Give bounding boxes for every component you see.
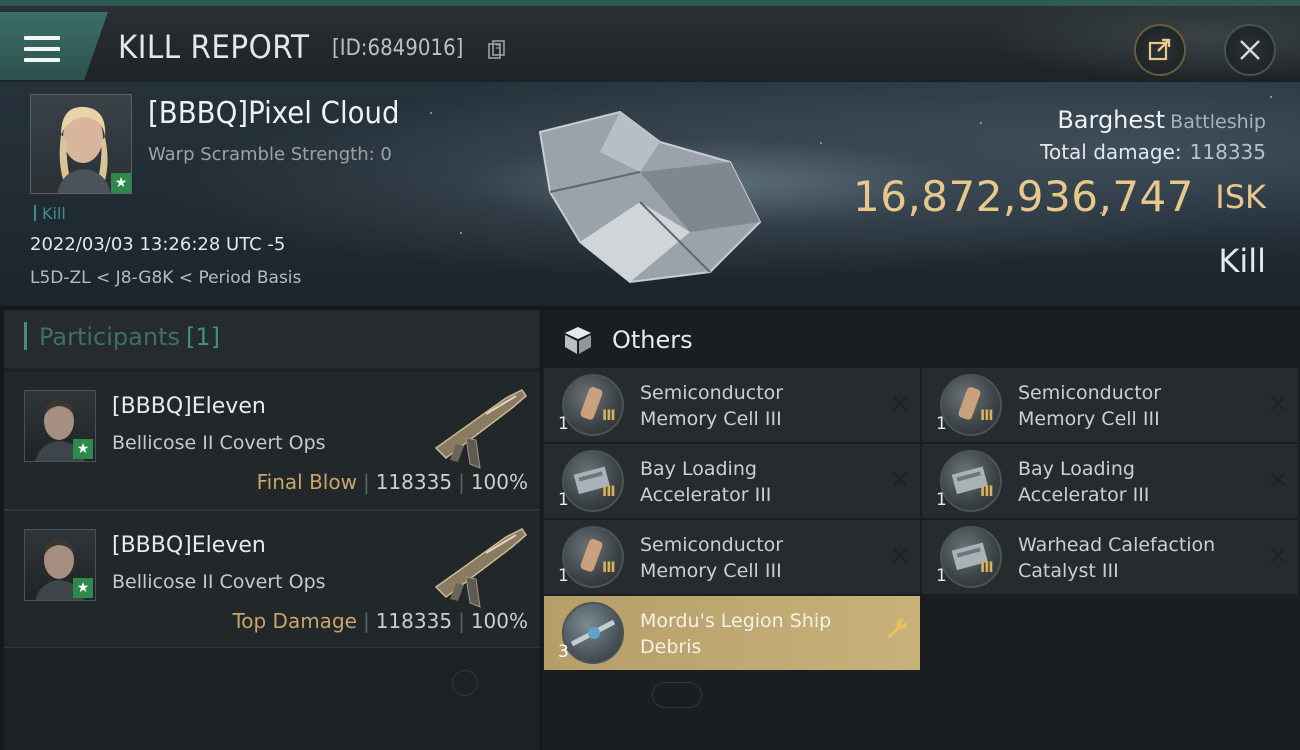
participants-header: Participants [1] (4, 310, 540, 368)
participant-stats: Final Blow | 118335 | 100% (256, 470, 528, 494)
isk-value: 16,872,936,747 (853, 172, 1194, 221)
menu-button[interactable] (0, 12, 108, 80)
kill-tag: Kill (34, 204, 66, 223)
item-quantity: 1 (936, 566, 947, 586)
memory-cell-icon (940, 374, 1002, 436)
item-quantity: 1 (558, 414, 569, 434)
participant-role: Final Blow (256, 470, 357, 494)
memory-cell-icon (562, 526, 624, 588)
star-badge-icon: ★ (73, 578, 93, 598)
loot-item[interactable]: III 1 Warhead Calefaction Catalyst III ✕ (922, 520, 1298, 594)
memory-cell-icon (562, 374, 624, 436)
total-damage-value: 118335 (1189, 140, 1266, 164)
participant-stats: Top Damage | 118335 | 100% (232, 609, 528, 633)
destroyed-x-icon: ✕ (889, 542, 910, 570)
item-name: Semiconductor Memory Cell III (640, 534, 784, 582)
others-title: Others (612, 326, 693, 354)
tier-badge: III (602, 408, 616, 424)
participant-row[interactable]: ★ [BBBQ]Eleven Bellicose II Covert Ops F… (4, 372, 540, 510)
item-quantity: 1 (558, 490, 569, 510)
tier-badge: III (980, 408, 994, 424)
page-title: KILL REPORT (118, 28, 310, 66)
item-name: Semiconductor Memory Cell III (1018, 382, 1162, 430)
others-header: Others (542, 310, 1300, 368)
destroyed-x-icon: ✕ (889, 390, 910, 418)
ship-class: Battleship (1170, 111, 1266, 133)
report-id: [ID:6849016] (332, 36, 464, 61)
weapon-icon (434, 389, 527, 469)
participant-percent: 100% (470, 609, 528, 633)
share-button[interactable] (1134, 24, 1186, 76)
item-name: Mordu's Legion Ship Debris (640, 610, 832, 658)
catalyst-icon (940, 526, 1002, 588)
participant-avatar[interactable]: ★ (24, 529, 96, 601)
tier-badge: III (980, 560, 994, 576)
victim-banner: ★ [BBBQ]Pixel Cloud Warp Scramble Streng… (0, 82, 1300, 306)
item-name: Bay Loading Accelerator III (640, 458, 772, 506)
copy-icon[interactable] (488, 40, 506, 60)
header-bar: KILL REPORT [ID:6849016] (0, 0, 1300, 82)
destroyed-x-icon: ✕ (1267, 466, 1288, 494)
participant-ship: Bellicose II Covert Ops (112, 571, 326, 593)
others-panel: Others III 1 Semiconductor Memory Cell II… (542, 310, 1300, 750)
hamburger-icon (24, 36, 60, 64)
destroyed-x-icon: ✕ (1267, 390, 1288, 418)
participants-title: Participants (39, 323, 180, 351)
tier-badge: III (980, 484, 994, 500)
victim-name: [BBBQ]Pixel Cloud (148, 96, 400, 131)
item-name: Warhead Calefaction Catalyst III (1018, 534, 1216, 582)
item-quantity: 3 (558, 642, 569, 662)
close-icon (1240, 40, 1260, 60)
warp-scramble-strength: Warp Scramble Strength: 0 (148, 144, 392, 165)
ship-name: Barghest (1057, 106, 1166, 134)
loot-item-selected[interactable]: 3 Mordu's Legion Ship Debris (544, 596, 920, 670)
kill-location[interactable]: L5D-ZL < J8-G8K < Period Basis (30, 268, 301, 288)
isk-unit: ISK (1215, 178, 1266, 216)
participant-name: [BBBQ]Eleven (112, 394, 266, 419)
participant-avatar[interactable]: ★ (24, 390, 96, 462)
kill-result: Kill (1218, 242, 1266, 280)
faint-marker (452, 670, 478, 696)
share-icon (1148, 38, 1171, 61)
accelerator-icon (940, 450, 1002, 512)
faint-marker (652, 682, 702, 708)
loot-item[interactable]: III 1 Semiconductor Memory Cell III ✕ (922, 368, 1298, 442)
cube-icon (565, 327, 591, 354)
wrench-icon[interactable] (884, 616, 910, 642)
star-badge-icon: ★ (111, 173, 131, 193)
loot-item[interactable]: III 1 Bay Loading Accelerator III ✕ (544, 444, 920, 518)
participants-count: [1] (185, 323, 220, 351)
participant-row[interactable]: ★ [BBBQ]Eleven Bellicose II Covert Ops T… (4, 510, 540, 648)
participant-damage: 118335 (375, 609, 453, 633)
close-button[interactable] (1224, 24, 1276, 76)
debris-icon (562, 602, 624, 664)
loot-item[interactable]: III 1 Bay Loading Accelerator III ✕ (922, 444, 1298, 518)
victim-portrait[interactable]: ★ (30, 94, 132, 194)
item-quantity: 1 (936, 414, 947, 434)
destroyed-x-icon: ✕ (889, 466, 910, 494)
victim-ship: Barghest Battleship (1057, 106, 1266, 134)
total-damage-label: Total damage: (1040, 140, 1182, 164)
ship-image (538, 110, 762, 284)
item-name: Bay Loading Accelerator III (1018, 458, 1150, 506)
weapon-icon (434, 528, 527, 608)
item-name: Semiconductor Memory Cell III (640, 382, 784, 430)
participant-damage: 118335 (375, 470, 453, 494)
tier-badge: III (602, 560, 616, 576)
loot-item[interactable]: III 1 Semiconductor Memory Cell III ✕ (544, 520, 920, 594)
participants-panel: Participants [1] ★ [BBBQ]Eleven Bellicose… (4, 310, 540, 750)
participant-role: Top Damage (232, 609, 357, 633)
kill-timestamp: 2022/03/03 13:26:28 UTC -5 (30, 234, 286, 255)
tier-badge: III (602, 484, 616, 500)
destroyed-x-icon: ✕ (1267, 542, 1288, 570)
participant-ship: Bellicose II Covert Ops (112, 432, 326, 454)
accelerator-icon (562, 450, 624, 512)
item-quantity: 1 (558, 566, 569, 586)
loot-item[interactable]: III 1 Semiconductor Memory Cell III ✕ (544, 368, 920, 442)
item-quantity: 1 (936, 490, 947, 510)
total-damage: Total damage: 118335 (1040, 140, 1266, 164)
star-badge-icon: ★ (73, 439, 93, 459)
participant-percent: 100% (470, 470, 528, 494)
participant-name: [BBBQ]Eleven (112, 533, 266, 558)
